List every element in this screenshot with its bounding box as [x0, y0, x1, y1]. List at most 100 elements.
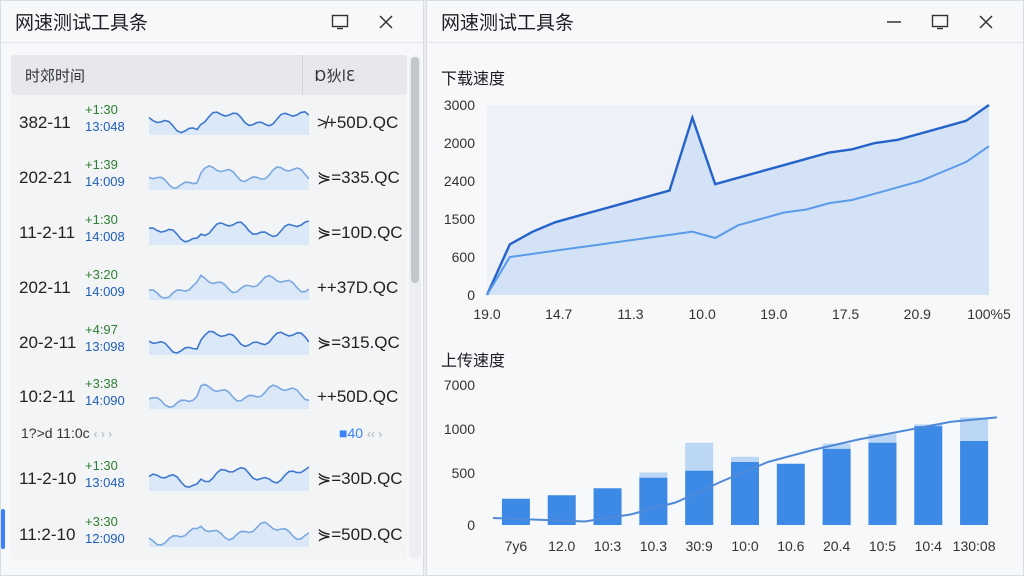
- pager-right-text: ■40: [339, 425, 364, 441]
- row-time-down: 14:009: [85, 284, 125, 299]
- close-button[interactable]: [363, 1, 409, 43]
- close-icon: [979, 14, 993, 29]
- row-time-down: 13:048: [85, 119, 125, 134]
- y-tick-label: 0: [467, 517, 475, 533]
- row-sparkline: [148, 466, 309, 491]
- x-tick-label: 10.3: [640, 538, 667, 554]
- x-tick-label: 100%5: [967, 306, 1011, 322]
- list-item[interactable]: 20-2-11 +4:97 13:098 ⋟=315.QC: [11, 319, 407, 371]
- close-button-right[interactable]: [963, 1, 1009, 43]
- left-titlebar: 网速测试工具条: [1, 1, 423, 43]
- x-tick-label: 130:08: [953, 538, 996, 554]
- x-tick-label: 10.0: [689, 306, 716, 322]
- maximize-button-right[interactable]: [917, 1, 963, 43]
- row-date: 11:2-10: [19, 525, 76, 544]
- pager-right[interactable]: ■40 ‹‹ ›: [339, 425, 382, 441]
- maximize-icon: [931, 14, 949, 29]
- row-time-down: 13:098: [85, 339, 125, 354]
- row-speed: ≯+50D.QC: [317, 113, 399, 132]
- x-tick-label: 14.7: [545, 306, 572, 322]
- sparkline-area: [149, 275, 309, 300]
- x-tick-label: 20.9: [904, 306, 931, 322]
- row-sparkline: [148, 330, 309, 355]
- x-tick-label: 10.6: [777, 538, 804, 554]
- row-sparkline: [148, 111, 309, 135]
- x-tick-label: 12.0: [548, 538, 575, 554]
- row-sparkline: [148, 220, 309, 245]
- row-time-up: +3:38: [85, 376, 118, 391]
- list-header: 时郊时间 Ɒ狄lƐ: [11, 55, 407, 95]
- pager-left[interactable]: 1?>d 11:0c ‹ › ›: [21, 425, 112, 441]
- upload-bar: [914, 426, 943, 525]
- sparkline-area: [149, 220, 309, 245]
- row-time-up: +3:20: [85, 267, 118, 282]
- minimize-icon: [887, 20, 901, 23]
- list-item[interactable]: 10:2-11 +3:38 14:090 ++50D.QC: [11, 373, 407, 425]
- row-time-up: +1:39: [85, 157, 118, 172]
- y-tick-label: 600: [452, 249, 476, 265]
- window-title-right: 网速测试工具条: [441, 12, 575, 34]
- sparkline-area: [149, 384, 309, 409]
- upload-bar: [501, 498, 530, 525]
- maximize-button[interactable]: [317, 1, 363, 43]
- minimize-button[interactable]: [871, 1, 917, 43]
- list-item[interactable]: 382-11 +1:30 13:048 ≯+50D.QC: [11, 99, 407, 151]
- pager-right-arrows: ‹‹ ›: [366, 427, 383, 441]
- x-tick-label: 19.0: [473, 306, 500, 322]
- upload-chart: 7000 1000 500 0 7y6 12.0 10:3 10.3 30:9 10:0 10.6 2…: [444, 377, 998, 554]
- row-time-up: +1:30: [85, 458, 118, 473]
- upload-bar: [822, 448, 851, 525]
- x-tick-label: 30:9: [686, 538, 713, 554]
- list-item[interactable]: 11:2-10 +3:30 12:090 ⋟=50D.QC: [11, 511, 407, 563]
- y-tick-label: 1000: [444, 421, 475, 437]
- x-tick-label: 19.0: [760, 306, 787, 322]
- row-date: 202-21: [19, 168, 72, 187]
- sparkline-area: [149, 467, 309, 491]
- selection-indicator: [1, 509, 5, 549]
- pager: 1?>d 11:0c ‹ › › ■40 ‹‹ ›: [11, 423, 407, 447]
- sparkline-area: [149, 522, 309, 547]
- y-tick-label: 500: [452, 465, 476, 481]
- x-tick-label: 17.5: [832, 306, 859, 322]
- row-time-up: +1:30: [85, 212, 118, 227]
- maximize-icon: [331, 14, 349, 29]
- list-item[interactable]: 202-21 +1:39 14:009 ⋟=335.QC: [11, 154, 407, 206]
- upload-bar: [868, 442, 897, 525]
- row-speed: ++37D.QC: [317, 278, 399, 297]
- row-speed: ++50D.QC: [317, 387, 399, 406]
- x-tick-label: 10:4: [915, 538, 942, 554]
- row-time-up: +3:30: [85, 514, 118, 529]
- right-titlebar: 网速测试工具条: [427, 1, 1023, 43]
- close-icon: [379, 14, 393, 29]
- x-tick-label: 11.3: [617, 306, 643, 322]
- scrollbar[interactable]: [409, 55, 421, 559]
- upload-bar: [685, 470, 714, 525]
- row-sparkline: [148, 383, 309, 409]
- y-tick-label: 0: [467, 287, 475, 303]
- row-time-down: 14:009: [85, 174, 125, 189]
- upload-chart-title: 上传速度: [441, 351, 506, 370]
- scrollbar-thumb[interactable]: [411, 57, 419, 283]
- window-title: 网速测试工具条: [15, 12, 149, 34]
- left-window: 网速测试工具条 时郊时间 Ɒ狄lƐ 382-11 +1:30 13:048 ≯+50D…: [0, 0, 424, 576]
- row-time-up: +4:97: [85, 322, 118, 337]
- pager-left-text: 1?>d 11:0c: [21, 425, 90, 441]
- row-date: 20-2-11: [19, 333, 77, 352]
- row-date: 11-2-11: [19, 223, 76, 242]
- upload-bar: [639, 477, 668, 525]
- upload-bar: [776, 463, 805, 525]
- row-time-down: 14:090: [85, 393, 125, 408]
- column-header-time[interactable]: 时郊时间: [11, 55, 303, 95]
- column-header-speed[interactable]: Ɒ狄lƐ: [303, 65, 355, 86]
- list-item[interactable]: 202-11 +3:20 14:009 ++37D.QC: [11, 264, 407, 316]
- upload-bar: [960, 441, 989, 525]
- row-time-down: 14:008: [85, 229, 125, 244]
- row-time-up: +1:30: [85, 102, 118, 117]
- row-time-down: 13:048: [85, 475, 125, 490]
- pager-left-arrows: ‹ › ›: [93, 427, 113, 441]
- list-item[interactable]: 11-2-10 +1:30 13:048 ⋟=30D.QC: [11, 455, 407, 507]
- y-tick-label: 1500: [444, 211, 475, 227]
- row-speed: ⋟=335.QC: [317, 168, 400, 187]
- list-item[interactable]: 11-2-11 +1:30 14:008 ⋟=10D.QC: [11, 209, 407, 261]
- y-tick-label: 7000: [444, 377, 475, 393]
